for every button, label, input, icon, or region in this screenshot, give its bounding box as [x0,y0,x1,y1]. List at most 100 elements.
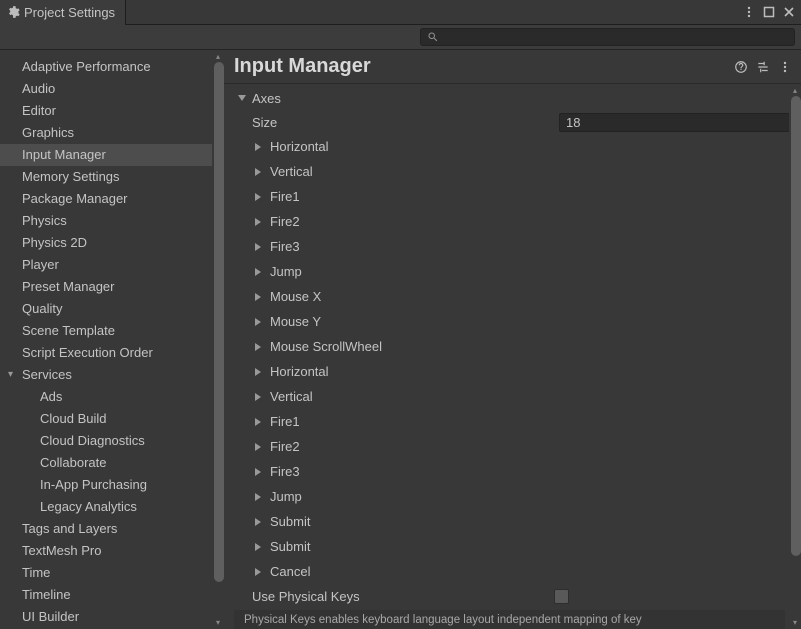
sidebar-item-in-app-purchasing[interactable]: In-App Purchasing [0,474,212,496]
sidebar-item-textmesh-pro[interactable]: TextMesh Pro [0,540,212,562]
sidebar-item-adaptive-performance[interactable]: Adaptive Performance [0,56,212,78]
axis-foldout[interactable]: Fire2 [230,434,797,459]
chevron-right-icon [252,568,264,576]
sidebar-item-audio[interactable]: Audio [0,78,212,100]
axis-label: Mouse ScrollWheel [268,339,382,354]
sidebar-item-legacy-analytics[interactable]: Legacy Analytics [0,496,212,518]
chevron-right-icon [252,543,264,551]
axis-foldout[interactable]: Mouse ScrollWheel [230,334,797,359]
scroll-down-icon[interactable]: ▾ [789,618,801,627]
sidebar-item-package-manager[interactable]: Package Manager [0,188,212,210]
sidebar-item-label: Legacy Analytics [40,499,137,514]
kebab-menu-icon[interactable] [777,59,793,75]
axis-foldout[interactable]: Mouse Y [230,309,797,334]
panel-header: Input Manager [224,50,801,84]
axis-foldout[interactable]: Fire2 [230,209,797,234]
sidebar-item-scene-template[interactable]: Scene Template [0,320,212,342]
use-physical-keys-checkbox[interactable] [554,589,569,604]
sidebar-item-quality[interactable]: Quality [0,298,212,320]
sidebar-item-script-execution-order[interactable]: Script Execution Order [0,342,212,364]
settings-panel: Input Manager Axes Size Horizontal Vertic… [224,50,801,629]
use-physical-keys-label: Use Physical Keys [252,589,550,604]
axis-label: Jump [268,264,302,279]
axis-foldout[interactable]: Horizontal [230,359,797,384]
sidebar-item-time[interactable]: Time [0,562,212,584]
axis-foldout[interactable]: Submit [230,534,797,559]
axis-label: Horizontal [268,364,329,379]
sidebar-item-ads[interactable]: Ads [0,386,212,408]
sidebar-item-physics[interactable]: Physics [0,210,212,232]
project-settings-tab[interactable]: Project Settings [0,0,126,25]
chevron-down-icon [236,95,248,101]
axis-label: Jump [268,489,302,504]
size-label: Size [252,115,538,130]
sidebar-item-label: Preset Manager [22,279,115,294]
sidebar-item-label: Adaptive Performance [22,59,151,74]
sidebar-item-preset-manager[interactable]: Preset Manager [0,276,212,298]
searchbar [0,25,801,50]
scroll-up-icon[interactable]: ▴ [212,52,224,61]
sidebar-item-label: Audio [22,81,55,96]
sidebar-item-cloud-build[interactable]: Cloud Build [0,408,212,430]
scroll-up-icon[interactable]: ▴ [789,86,801,95]
settings-category-sidebar: Adaptive PerformanceAudioEditorGraphicsI… [0,50,212,629]
sidebar-item-player[interactable]: Player [0,254,212,276]
axis-foldout[interactable]: Fire1 [230,184,797,209]
sidebar-item-memory-settings[interactable]: Memory Settings [0,166,212,188]
axis-label: Mouse X [268,289,321,304]
axis-foldout[interactable]: Vertical [230,159,797,184]
axis-label: Fire2 [268,439,300,454]
sidebar-item-label: Cloud Diagnostics [40,433,145,448]
sidebar-item-label: Tags and Layers [22,521,117,536]
kebab-menu-icon[interactable] [741,4,757,20]
axis-foldout[interactable]: Fire1 [230,409,797,434]
sidebar-item-label: Physics 2D [22,235,87,250]
main-scrollbar[interactable]: ▴ ▾ [789,84,801,629]
sidebar-item-ui-builder[interactable]: UI Builder [0,606,212,628]
maximize-icon[interactable] [761,4,777,20]
help-icon[interactable] [733,59,749,75]
sidebar-item-collaborate[interactable]: Collaborate [0,452,212,474]
axis-label: Submit [268,514,310,529]
axis-foldout[interactable]: Submit [230,509,797,534]
axis-foldout[interactable]: Jump [230,259,797,284]
axis-label: Submit [268,539,310,554]
size-input[interactable] [559,113,791,132]
sidebar-item-label: Package Manager [22,191,128,206]
sidebar-item-label: Time [22,565,50,580]
axis-foldout[interactable]: Fire3 [230,459,797,484]
close-icon[interactable] [781,4,797,20]
axis-foldout[interactable]: Mouse X [230,284,797,309]
axes-foldout[interactable]: Axes [230,86,797,110]
sidebar-item-cloud-diagnostics[interactable]: Cloud Diagnostics [0,430,212,452]
sidebar-item-editor[interactable]: Editor [0,100,212,122]
preset-icon[interactable] [755,59,771,75]
axis-label: Cancel [268,564,310,579]
axis-foldout[interactable]: Jump [230,484,797,509]
chevron-right-icon [252,143,264,151]
physical-keys-description: Physical Keys enables keyboard language … [234,610,785,629]
sidebar-item-label: Timeline [22,587,71,602]
axis-foldout[interactable]: Horizontal [230,134,797,159]
sidebar-item-label: Scene Template [22,323,115,338]
sidebar-item-graphics[interactable]: Graphics [0,122,212,144]
gear-icon [6,5,20,19]
axis-foldout[interactable]: Vertical [230,384,797,409]
chevron-right-icon [252,343,264,351]
sidebar-item-services[interactable]: Services [0,364,212,386]
sidebar-item-timeline[interactable]: Timeline [0,584,212,606]
sidebar-scrollbar[interactable]: ▴ ▾ [212,50,224,629]
axis-label: Horizontal [268,139,329,154]
sidebar-item-input-manager[interactable]: Input Manager [0,144,212,166]
sidebar-item-tags-and-layers[interactable]: Tags and Layers [0,518,212,540]
axis-label: Fire3 [268,239,300,254]
scroll-down-icon[interactable]: ▾ [212,618,224,627]
axis-foldout[interactable]: Cancel [230,559,797,584]
search-input[interactable] [420,28,795,46]
sidebar-item-label: Physics [22,213,67,228]
sidebar-item-physics-2d[interactable]: Physics 2D [0,232,212,254]
axis-label: Vertical [268,389,313,404]
axis-foldout[interactable]: Fire3 [230,234,797,259]
chevron-right-icon [252,443,264,451]
sidebar-item-label: Editor [22,103,56,118]
